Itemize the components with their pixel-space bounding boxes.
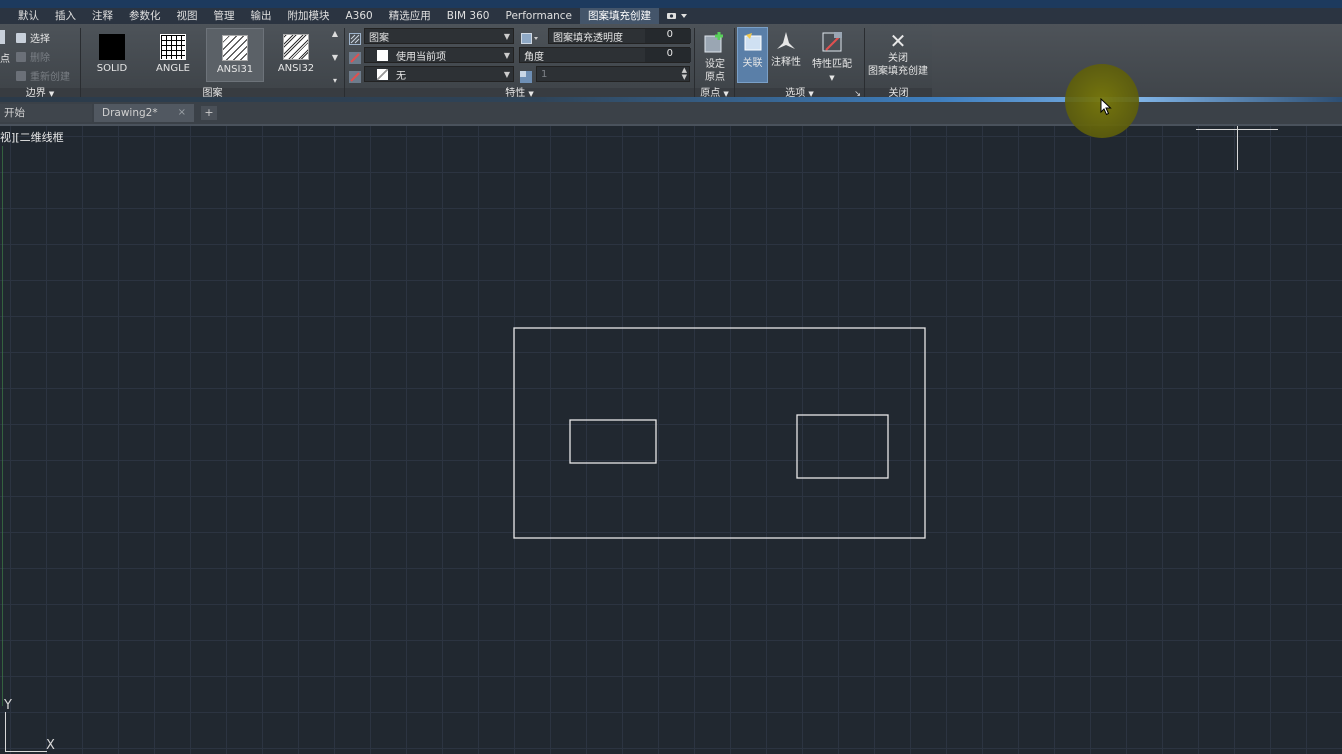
ucs-y-label: Y bbox=[4, 698, 12, 713]
left-inner-rectangle[interactable] bbox=[569, 419, 657, 464]
ucs-x-label: X bbox=[46, 738, 55, 753]
mouse-pointer-icon bbox=[1100, 98, 1112, 116]
crosshair-cursor-vertical bbox=[1237, 126, 1238, 170]
outer-rectangle[interactable] bbox=[513, 327, 926, 539]
ucs-icon-y-axis bbox=[5, 712, 6, 752]
ucs-icon-x-axis bbox=[5, 751, 47, 752]
right-inner-rectangle[interactable] bbox=[796, 414, 889, 479]
drawing-geometry bbox=[513, 327, 926, 539]
